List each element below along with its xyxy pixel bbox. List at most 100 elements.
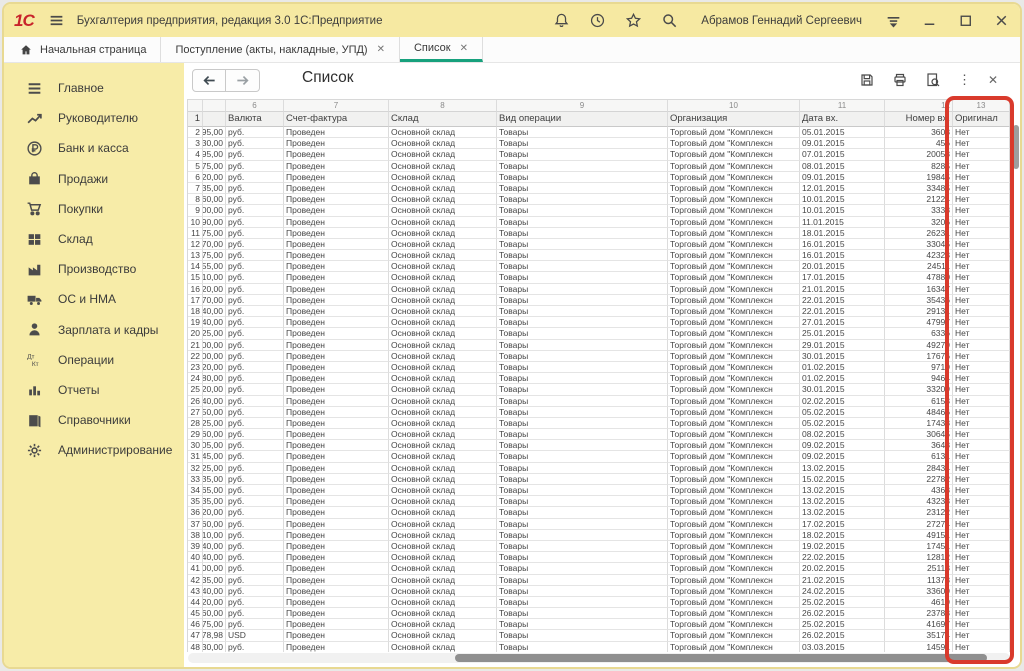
sidebar-item-label: Покупки: [58, 202, 103, 216]
cell-num_in: 49279: [885, 340, 953, 351]
sidebar-item-label: Производство: [58, 262, 136, 276]
table-row[interactable]: 14555,00руб.ПроведенОсновной складТовары…: [188, 261, 1010, 272]
table-row[interactable]: 42735,00руб.ПроведенОсновной складТовары…: [188, 575, 1010, 586]
cell-org: Торговый дом "Комплексн: [668, 284, 800, 295]
cell-amount: [203, 100, 226, 112]
table-row[interactable]: 4995,00руб.ПроведенОсновной складТоварыТ…: [188, 149, 1010, 160]
table-row[interactable]: 12570,00руб.ПроведенОсновной складТовары…: [188, 239, 1010, 250]
table-row[interactable]: 6220,00руб.ПроведенОсновной складТоварыТ…: [188, 172, 1010, 183]
cell-date_in: 09.02.2015: [800, 451, 885, 462]
sidebar-item-sklad[interactable]: Склад: [4, 224, 184, 254]
table-row[interactable]: 25120,00руб.ПроведенОсновной складТовары…: [188, 384, 1010, 395]
cell-num_in: 4619: [885, 597, 953, 608]
sidebar-item-pokupki[interactable]: Покупки: [4, 194, 184, 224]
table-row[interactable]: 7035,00руб.ПроведенОсновной складТоварыТ…: [188, 183, 1010, 194]
table-row[interactable]: 17370,00руб.ПроведенОсновной складТовары…: [188, 295, 1010, 306]
cell-org: Торговый дом "Комплексн: [668, 463, 800, 474]
print-icon[interactable]: [892, 72, 908, 88]
table-row[interactable]: 44220,00руб.ПроведенОсновной складТовары…: [188, 597, 1010, 608]
table-row[interactable]: 15410,00руб.ПроведенОсновной складТовары…: [188, 272, 1010, 283]
sidebar-item-administrirovanie[interactable]: Администрирование: [4, 435, 184, 465]
sidebar-item-bank-i-kassa[interactable]: Банк и касса: [4, 133, 184, 163]
service-menu-icon[interactable]: [885, 12, 902, 29]
table-row[interactable]: 31345,00руб.ПроведенОсновной складТовары…: [188, 451, 1010, 462]
table-row[interactable]: 38310,00руб.ПроведенОсновной складТовары…: [188, 530, 1010, 541]
sidebar-item-proizvodstvo[interactable]: Производство: [4, 254, 184, 284]
table-row[interactable]: 33135,00руб.ПроведенОсновной складТовары…: [188, 474, 1010, 485]
table-row[interactable]: 16320,00руб.ПроведенОсновной складТовары…: [188, 284, 1010, 295]
table-row[interactable]: 22200,00руб.ПроведенОсновной складТовары…: [188, 351, 1010, 362]
table-row[interactable]: 37360,00руб.ПроведенОсновной складТовары…: [188, 519, 1010, 530]
sidebar-item-otchety[interactable]: Отчеты: [4, 375, 184, 405]
table-row[interactable]: 46375,00руб.ПроведенОсновной складТовары…: [188, 619, 1010, 630]
table-row[interactable]: 30305,00руб.ПроведенОсновной складТовары…: [188, 440, 1010, 451]
cell-org: Торговый дом "Комплексн: [668, 250, 800, 261]
minimize-icon[interactable]: [921, 12, 938, 29]
table-row[interactable]: 26340,00руб.ПроведенОсновной складТовары…: [188, 396, 1010, 407]
history-icon[interactable]: [589, 12, 606, 29]
table-row[interactable]: 47278,98USDПроведенОсновной складТоварыТ…: [188, 630, 1010, 641]
sidebar-item-glavnoe[interactable]: Главное: [4, 73, 184, 103]
table-row[interactable]: 32125,00руб.ПроведенОсновной складТовары…: [188, 463, 1010, 474]
vertical-scrollbar[interactable]: [1012, 99, 1020, 652]
table-row[interactable]: 2495,00руб.ПроведенОсновной складТоварыТ…: [188, 127, 1010, 138]
table-row[interactable]: 11375,00руб.ПроведенОсновной складТовары…: [188, 228, 1010, 239]
table-row[interactable]: 39340,00руб.ПроведенОсновной складТовары…: [188, 541, 1010, 552]
table-row[interactable]: 34365,00руб.ПроведенОсновной складТовары…: [188, 485, 1010, 496]
table-row[interactable]: 36320,00руб.ПроведенОсновной складТовары…: [188, 507, 1010, 518]
table-row[interactable]: 20525,00руб.ПроведенОсновной складТовары…: [188, 328, 1010, 339]
close-view-icon[interactable]: ✕: [988, 73, 998, 87]
table-row[interactable]: 18340,00руб.ПроведенОсновной складТовары…: [188, 306, 1010, 317]
cell-operation: Товары: [497, 575, 668, 586]
tab-close-icon[interactable]: ✕: [377, 44, 385, 55]
vertical-scrollbar-thumb[interactable]: [1013, 125, 1019, 169]
main-menu-icon[interactable]: [48, 12, 65, 29]
table-row[interactable]: 29360,00руб.ПроведенОсновной складТовары…: [188, 429, 1010, 440]
horizontal-scrollbar[interactable]: [188, 653, 1010, 663]
table-row[interactable]: 35135,00руб.ПроведенОсновной складТовары…: [188, 496, 1010, 507]
table-row[interactable]: 3530,00руб.ПроведенОсновной складТоварыТ…: [188, 138, 1010, 149]
more-icon[interactable]: ⋮: [958, 75, 971, 85]
sidebar-item-spravochniki[interactable]: Справочники: [4, 405, 184, 435]
table-row[interactable]: 9200,00руб.ПроведенОсновной складТоварыТ…: [188, 205, 1010, 216]
table-row[interactable]: 41300,00руб.ПроведенОсновной складТовары…: [188, 563, 1010, 574]
table-row[interactable]: 8960,00руб.ПроведенОсновной складТоварыТ…: [188, 194, 1010, 205]
tab-postuplenie[interactable]: Поступление (акты, накладные, УПД) ✕: [161, 37, 400, 62]
table-row[interactable]: 45160,00руб.ПроведенОсновной складТовары…: [188, 608, 1010, 619]
tab-home[interactable]: Начальная страница: [4, 37, 161, 62]
sidebar-item-zarplata-i-kadry[interactable]: Зарплата и кадры: [4, 315, 184, 345]
tab-spisok[interactable]: Список ✕: [400, 37, 483, 62]
cell-original: Нет: [953, 608, 1010, 619]
favorites-icon[interactable]: [625, 12, 642, 29]
table-row[interactable]: 13375,00руб.ПроведенОсновной складТовары…: [188, 250, 1010, 261]
cell-invoice: Проведен: [284, 317, 389, 328]
table-row[interactable]: 28525,00руб.ПроведенОсновной складТовары…: [188, 418, 1010, 429]
table-row[interactable]: 21300,00руб.ПроведенОсновной складТовары…: [188, 340, 1010, 351]
cell-org: Торговый дом "Комплексн: [668, 351, 800, 362]
sidebar-item-rukovoditelyu[interactable]: Руководителю: [4, 103, 184, 133]
table-row[interactable]: 5075,00руб.ПроведенОсновной складТоварыТ…: [188, 161, 1010, 172]
sidebar-item-prodazhi[interactable]: Продажи: [4, 164, 184, 194]
sidebar-item-os-i-nma[interactable]: ОС и НМА: [4, 284, 184, 314]
preview-icon[interactable]: [925, 72, 941, 88]
notifications-icon[interactable]: [553, 12, 570, 29]
search-icon[interactable]: [661, 12, 678, 29]
cell-row_num: 19: [188, 317, 203, 328]
table-row[interactable]: 23220,00руб.ПроведенОсновной складТовары…: [188, 362, 1010, 373]
save-icon[interactable]: [859, 72, 875, 88]
table-row[interactable]: 43140,00руб.ПроведенОсновной складТовары…: [188, 586, 1010, 597]
tab-close-icon[interactable]: ✕: [460, 43, 468, 54]
sidebar-item-operacii[interactable]: ДтКтОперации: [4, 345, 184, 375]
table-row[interactable]: 19340,00руб.ПроведенОсновной складТовары…: [188, 317, 1010, 328]
table-row[interactable]: 48330,00руб.ПроведенОсновной складТовары…: [188, 642, 1010, 652]
forward-button[interactable]: [226, 69, 260, 92]
table-row[interactable]: 10390,00руб.ПроведенОсновной складТовары…: [188, 217, 1010, 228]
current-user[interactable]: Абрамов Геннадий Сергеевич: [701, 15, 862, 27]
maximize-icon[interactable]: [957, 12, 974, 29]
table-row[interactable]: 40340,00руб.ПроведенОсновной складТовары…: [188, 552, 1010, 563]
table-row[interactable]: 24780,00руб.ПроведенОсновной складТовары…: [188, 373, 1010, 384]
table-row[interactable]: 27350,00руб.ПроведенОсновной складТовары…: [188, 407, 1010, 418]
back-button[interactable]: [192, 69, 226, 92]
horizontal-scrollbar-thumb[interactable]: [455, 654, 987, 662]
close-window-icon[interactable]: [993, 12, 1010, 29]
